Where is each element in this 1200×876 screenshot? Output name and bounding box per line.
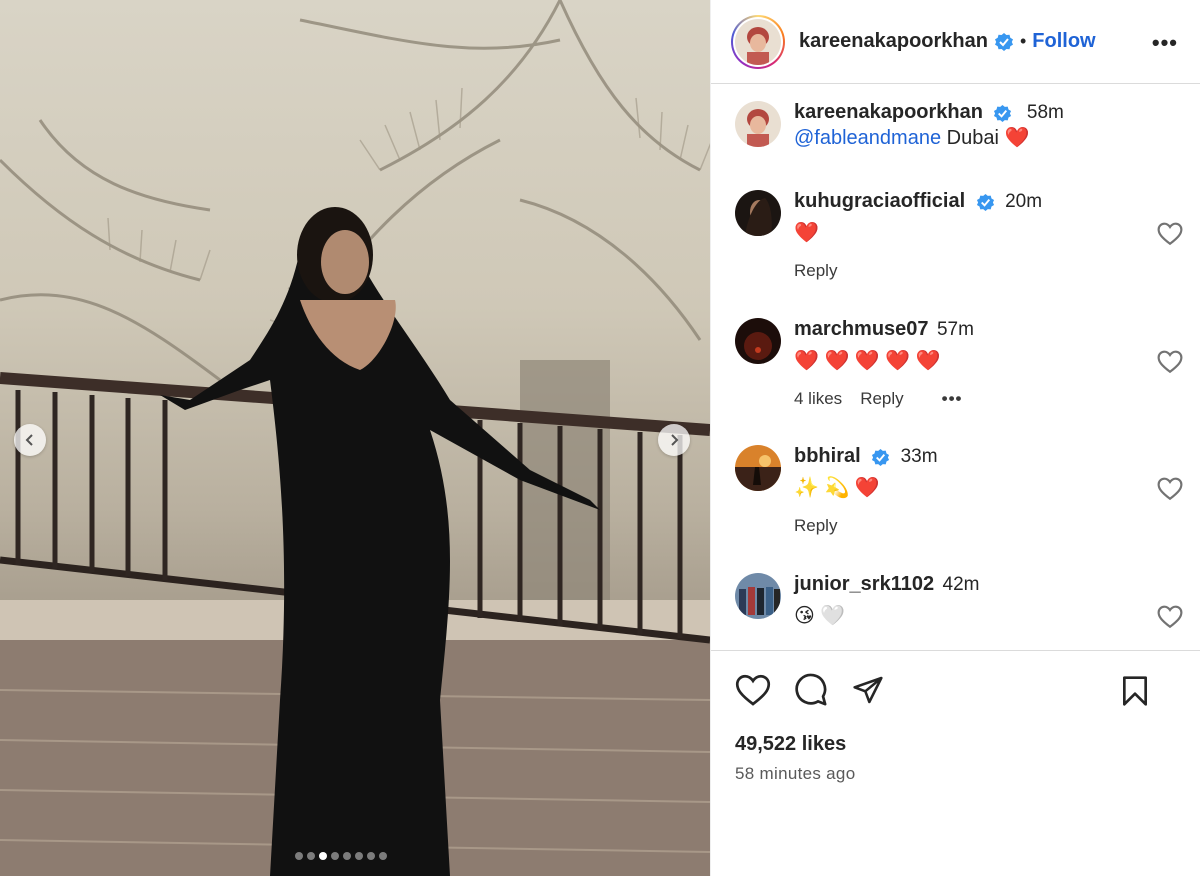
caption-text: Dubai ❤️ [941, 127, 1030, 149]
comments-list[interactable]: kareenakapoorkhan 58m @fableandmane Duba… [711, 85, 1200, 650]
likes-count[interactable]: 49,522 likes [735, 733, 1177, 756]
carousel-dot [331, 852, 339, 860]
author-story-ring[interactable] [731, 14, 785, 69]
photo-scene [0, 0, 710, 876]
carousel-dot [295, 852, 303, 860]
post-timestamp: 58 minutes ago [735, 764, 856, 783]
post-side-panel: kareenakapoorkhan • Follow ••• kareenaka… [710, 0, 1200, 876]
carousel-dot [379, 852, 387, 860]
comment-button[interactable] [793, 673, 829, 707]
comment-time: 42m [942, 574, 980, 595]
share-button[interactable] [851, 674, 885, 706]
save-button[interactable] [1121, 675, 1149, 712]
avatar[interactable] [735, 101, 781, 147]
author-username[interactable]: kareenakapoorkhan [799, 30, 988, 53]
chevron-left-icon [25, 434, 33, 446]
verified-badge-icon [994, 105, 1012, 123]
post-header: kareenakapoorkhan • Follow ••• [711, 0, 1200, 84]
avatar[interactable] [735, 573, 781, 619]
carousel-dot [307, 852, 315, 860]
heart-icon [735, 674, 771, 706]
previous-photo-button[interactable] [14, 424, 46, 456]
comment-username[interactable]: marchmuse07 [794, 318, 929, 340]
comment-time: 20m [1005, 191, 1043, 212]
post-footer: 49,522 likes 58 minutes ago [711, 650, 1200, 804]
more-options-button[interactable]: ••• [1152, 30, 1178, 56]
avatar[interactable] [735, 445, 781, 491]
comment-username[interactable]: bbhiral [794, 445, 861, 467]
carousel-dot [355, 852, 363, 860]
carousel-dot [367, 852, 375, 860]
caption-time: 58m [1026, 102, 1064, 123]
verified-badge-icon [976, 194, 994, 212]
action-bar [735, 671, 1177, 709]
carousel-dot [319, 852, 327, 860]
carousel-indicator [295, 852, 387, 860]
next-photo-button[interactable] [658, 424, 690, 456]
bookmark-icon [1123, 676, 1147, 706]
heart-icon[interactable] [1157, 477, 1183, 501]
avatar[interactable] [735, 318, 781, 364]
reply-button[interactable]: Reply [860, 389, 903, 409]
post-photo[interactable] [0, 0, 710, 876]
verified-badge-icon [994, 32, 1013, 51]
verified-badge-icon [872, 449, 890, 467]
comment-text: ✨ 💫 ❤️ [794, 477, 880, 499]
like-button[interactable] [735, 674, 771, 707]
comment-text: 😘 🤍 [794, 605, 846, 627]
carousel-dot [343, 852, 351, 860]
reply-button[interactable]: Reply [794, 516, 837, 536]
comment-username[interactable]: kuhugraciaofficial [794, 190, 965, 212]
comment-username[interactable]: junior_srk1102 [794, 573, 934, 595]
comment-text: ❤️ ❤️ ❤️ ❤️ ❤️ [794, 350, 941, 372]
comment-time: 57m [936, 319, 974, 340]
comment-likes-count[interactable]: 4 likes [794, 389, 842, 409]
caption-username[interactable]: kareenakapoorkhan [794, 101, 983, 123]
heart-icon[interactable] [1157, 222, 1183, 246]
comment-more-button[interactable]: ••• [942, 389, 963, 409]
chevron-right-icon [671, 434, 679, 446]
comment-icon [795, 673, 827, 706]
caption-mention[interactable]: @fableandmane [794, 127, 941, 149]
share-icon [853, 676, 883, 704]
header-separator: • [1019, 31, 1027, 51]
follow-button[interactable]: Follow [1032, 30, 1095, 53]
comment-text: ❤️ [794, 222, 819, 244]
reply-button[interactable]: Reply [794, 261, 837, 281]
heart-icon[interactable] [1157, 350, 1183, 374]
avatar[interactable] [735, 190, 781, 236]
comment-time: 33m [900, 446, 938, 467]
avatar [735, 18, 781, 65]
heart-icon[interactable] [1157, 605, 1183, 629]
